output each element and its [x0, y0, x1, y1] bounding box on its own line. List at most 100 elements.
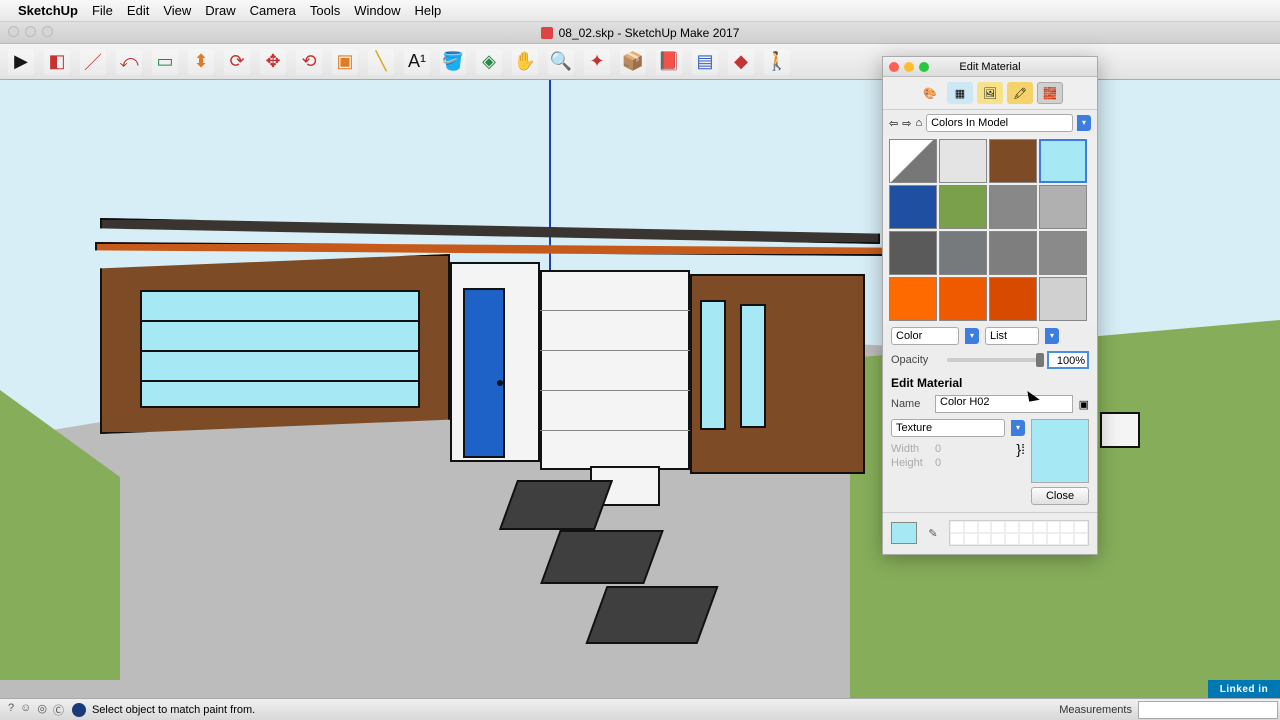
swatch-orange2[interactable] — [939, 277, 987, 321]
texture-drop-icon[interactable]: ▾ — [1011, 420, 1025, 436]
select-tool[interactable]: ▶ — [8, 49, 34, 75]
slider-thumb[interactable] — [1036, 353, 1044, 367]
menu-view[interactable]: View — [163, 3, 191, 18]
walk-slab-1 — [499, 480, 613, 530]
close-window[interactable] — [8, 26, 19, 37]
swatch-concrete[interactable] — [1039, 231, 1087, 275]
height-label: Height — [891, 457, 929, 469]
rotate-tool[interactable]: ⟲ — [296, 49, 322, 75]
linkedin-watermark: Linked in — [1208, 680, 1280, 698]
app-menu[interactable]: SketchUp — [18, 3, 78, 18]
texture-select[interactable]: Texture — [891, 419, 1005, 437]
color-mode-drop-icon[interactable]: ▾ — [965, 328, 979, 344]
document-filename: 08_02.skp — [559, 26, 614, 40]
tape-tool[interactable]: ╲ — [368, 49, 394, 75]
menu-file[interactable]: File — [92, 3, 113, 18]
aspect-link-icon[interactable]: }⁞ — [1016, 441, 1025, 457]
panel-titlebar[interactable]: Edit Material — [883, 57, 1097, 77]
arc-tool[interactable]: ⤺ — [116, 49, 142, 75]
material-preview — [1031, 419, 1089, 483]
measurements-label: Measurements — [1059, 704, 1138, 716]
swatch-wood[interactable] — [989, 139, 1037, 183]
tab-crayons[interactable]: 🖍 — [1007, 82, 1033, 104]
swatch-dark-gray[interactable] — [889, 231, 937, 275]
library-name: Colors In Model — [931, 117, 1008, 129]
layers-tool[interactable]: ▤ — [692, 49, 718, 75]
list-mode-select[interactable]: List — [985, 327, 1039, 345]
swatch-orange3[interactable] — [989, 277, 1037, 321]
library-select[interactable]: Colors In Model — [926, 114, 1073, 132]
scale-tool[interactable]: ▣ — [332, 49, 358, 75]
text-tool[interactable]: A¹ — [404, 49, 430, 75]
warehouse-tool[interactable]: 📦 — [620, 49, 646, 75]
tab-materials[interactable]: 🧱 — [1037, 82, 1063, 104]
color-mode-select[interactable]: Color — [891, 327, 959, 345]
tab-wheel[interactable]: 🎨 — [917, 82, 943, 104]
library-nav: ⇦ ⇨ ⌂ Colors In Model ▾ — [883, 110, 1097, 136]
panel-zoom-icon[interactable] — [919, 62, 929, 72]
swatch-blue[interactable] — [889, 185, 937, 229]
zoom-window[interactable] — [42, 26, 53, 37]
opacity-value-field[interactable]: 100% — [1047, 351, 1089, 369]
paint-tool[interactable]: 🪣 — [440, 49, 466, 75]
tab-sliders[interactable]: ▦ — [947, 82, 973, 104]
list-mode-drop-icon[interactable]: ▾ — [1045, 328, 1059, 344]
user-icon[interactable]: ☺ — [20, 702, 31, 718]
roof-fascia — [95, 242, 885, 256]
opacity-slider[interactable] — [947, 358, 1041, 362]
material-preview-cube-icon[interactable]: ▣ — [1079, 398, 1089, 411]
eyedropper-icon[interactable]: ✎ — [923, 523, 943, 543]
swatch-orange1[interactable] — [889, 277, 937, 321]
person-tool[interactable]: 🚶 — [764, 49, 790, 75]
active-swatch[interactable] — [891, 522, 917, 544]
app-title: SketchUp Make 2017 — [625, 26, 740, 40]
swatch-gray[interactable] — [989, 231, 1037, 275]
material-name-input[interactable]: Color H02 — [935, 395, 1073, 413]
extension-tool[interactable]: 📕 — [656, 49, 682, 75]
walk-slab-3 — [585, 586, 718, 644]
offset-tool[interactable]: ⟳ — [224, 49, 250, 75]
close-button[interactable]: Close — [1031, 487, 1089, 505]
credits-icon[interactable]: Ⓒ — [53, 702, 64, 718]
menu-camera[interactable]: Camera — [250, 3, 296, 18]
shape-tool[interactable]: ▭ — [152, 49, 178, 75]
swatch-white-tex[interactable] — [939, 139, 987, 183]
swatch-gravel[interactable] — [1039, 185, 1087, 229]
panel-close-icon[interactable] — [889, 62, 899, 72]
swatch-default[interactable] — [889, 139, 937, 183]
swatch-metal[interactable] — [939, 231, 987, 275]
pushpull-tool[interactable]: ⬍ — [188, 49, 214, 75]
nav-back-icon[interactable]: ⇦ — [889, 117, 898, 130]
swatch-sky-blue[interactable] — [1039, 139, 1087, 183]
swatch-grass[interactable] — [939, 185, 987, 229]
library-dropdown-icon[interactable]: ▾ — [1077, 115, 1091, 131]
eraser-tool[interactable]: ◧ — [44, 49, 70, 75]
menu-tools[interactable]: Tools — [310, 3, 340, 18]
swatch-gray-tex[interactable] — [989, 185, 1037, 229]
help-icon[interactable]: ? — [8, 702, 14, 718]
orbit-tool[interactable]: ✋ — [512, 49, 538, 75]
measurements-input[interactable] — [1138, 701, 1278, 719]
minimize-window[interactable] — [25, 26, 36, 37]
custom-swatch-grid[interactable] — [949, 520, 1089, 546]
nav-home-icon[interactable]: ⌂ — [915, 117, 922, 129]
menu-edit[interactable]: Edit — [127, 3, 149, 18]
document-icon — [541, 27, 553, 39]
move-tool[interactable]: ✥ — [260, 49, 286, 75]
menu-help[interactable]: Help — [414, 3, 441, 18]
panel-minimize-icon[interactable] — [904, 62, 914, 72]
menu-window[interactable]: Window — [354, 3, 400, 18]
add-location-tool[interactable]: ◆ — [728, 49, 754, 75]
line-tool[interactable]: ／ — [80, 49, 106, 75]
zoom-extents-tool[interactable]: ✦ — [584, 49, 610, 75]
swatch-light-gray[interactable] — [1039, 277, 1087, 321]
3d-tool[interactable]: ◈ — [476, 49, 502, 75]
os-menu-bar: SketchUp File Edit View Draw Camera Tool… — [0, 0, 1280, 22]
zoom-tool[interactable]: 🔍 — [548, 49, 574, 75]
nav-fwd-icon[interactable]: ⇨ — [902, 117, 911, 130]
garage-door — [140, 290, 420, 408]
menu-draw[interactable]: Draw — [205, 3, 235, 18]
geo-icon[interactable]: ◎ — [37, 702, 47, 718]
tab-image[interactable]: 🖼 — [977, 82, 1003, 104]
status-hint: Select object to match paint from. — [92, 704, 255, 716]
